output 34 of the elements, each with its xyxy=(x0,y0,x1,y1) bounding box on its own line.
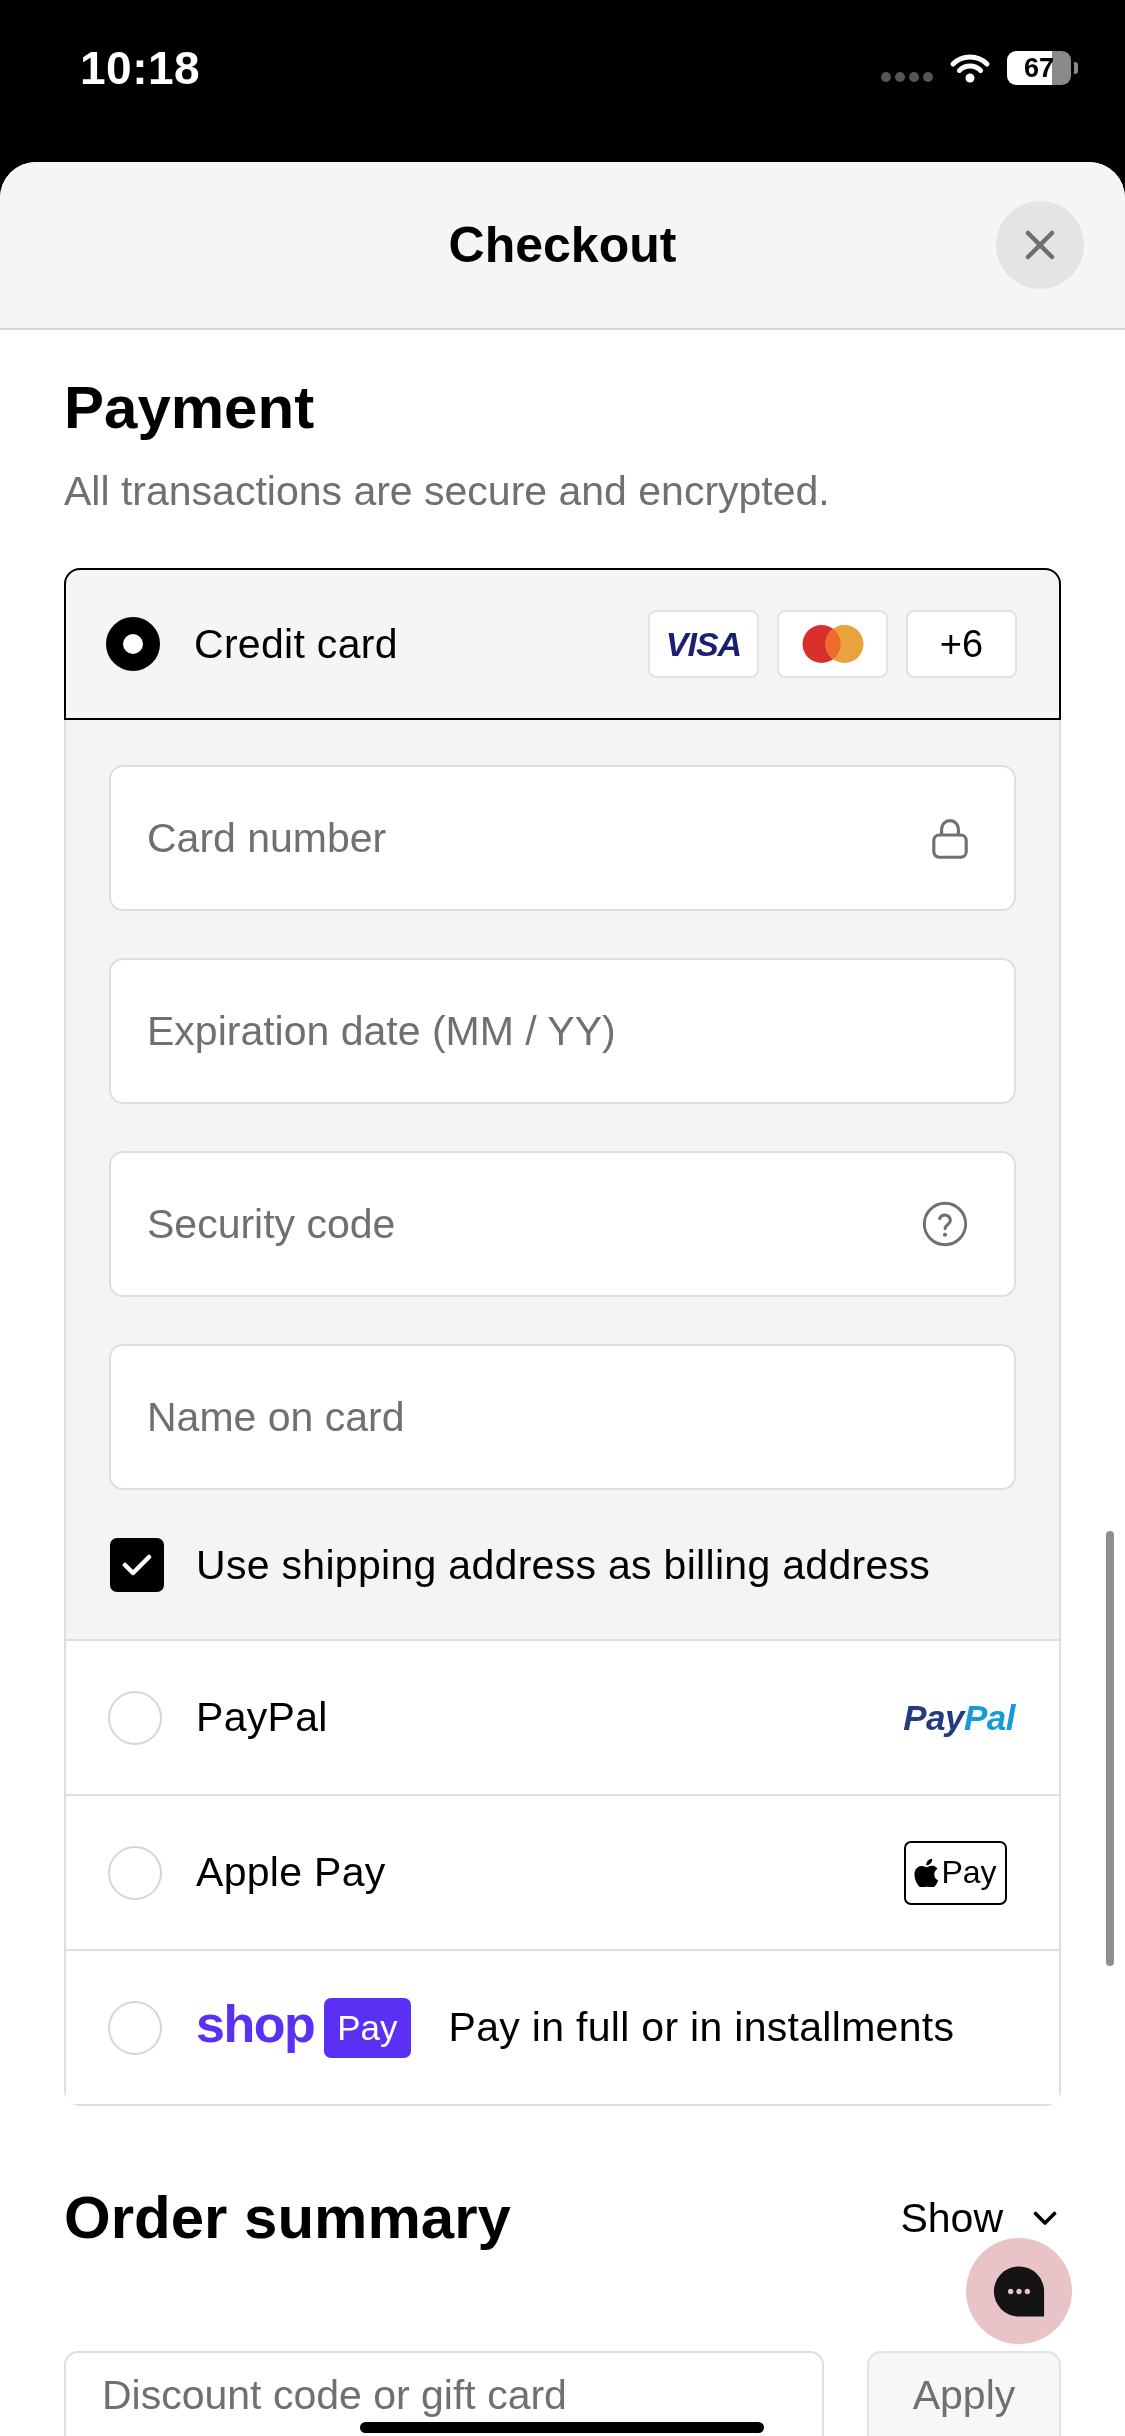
input-field[interactable]: Card number xyxy=(109,765,1016,911)
input-field[interactable]: Expiration date (MM / YY) xyxy=(109,958,1016,1104)
payment-method-row[interactable]: Credit card VISA +6 xyxy=(64,568,1061,720)
payment-method-row[interactable]: shop Pay Pay in full or in installments xyxy=(66,1949,1059,2104)
help-icon xyxy=(922,1201,968,1247)
paypal-logo: PayPal xyxy=(903,1697,1015,1738)
apple-icon xyxy=(914,1858,939,1887)
wifi-icon xyxy=(949,53,991,83)
status-time: 10:18 xyxy=(80,41,201,95)
checkbox-label: Use shipping address as billing address xyxy=(196,1541,931,1589)
section-title: Order summary xyxy=(64,2183,511,2253)
method-label: Apple Pay xyxy=(196,1849,386,1896)
signal-dots-icon xyxy=(881,72,933,82)
close-icon xyxy=(1025,230,1055,260)
radio-button[interactable] xyxy=(106,617,160,671)
visa-logo: VISA xyxy=(648,610,759,678)
input-field[interactable]: Name on card xyxy=(109,1344,1016,1490)
discount-field[interactable]: Discount code or gift card xyxy=(64,2351,824,2436)
pay-badge: Pay xyxy=(324,1997,411,2058)
method-label: Credit card xyxy=(194,620,398,668)
sheet-title: Checkout xyxy=(448,216,677,274)
method-label: PayPal xyxy=(196,1694,328,1741)
checkmark-icon xyxy=(122,1553,152,1577)
section-subtitle: All transactions are secure and encrypted. xyxy=(64,467,831,516)
chat-bubble-icon xyxy=(991,2264,1047,2318)
show-toggle[interactable]: Show xyxy=(900,2197,1057,2239)
mastercard-icon xyxy=(777,610,888,678)
lock-icon xyxy=(932,817,968,859)
more-cards-badge: +6 xyxy=(906,610,1017,678)
checkbox[interactable] xyxy=(110,1538,164,1592)
badge-text: Pay xyxy=(941,1854,997,1891)
input-field[interactable]: Security code xyxy=(109,1151,1016,1297)
section-title: Payment xyxy=(64,373,316,443)
method-label: Pay in full or in installments xyxy=(448,2004,955,2051)
